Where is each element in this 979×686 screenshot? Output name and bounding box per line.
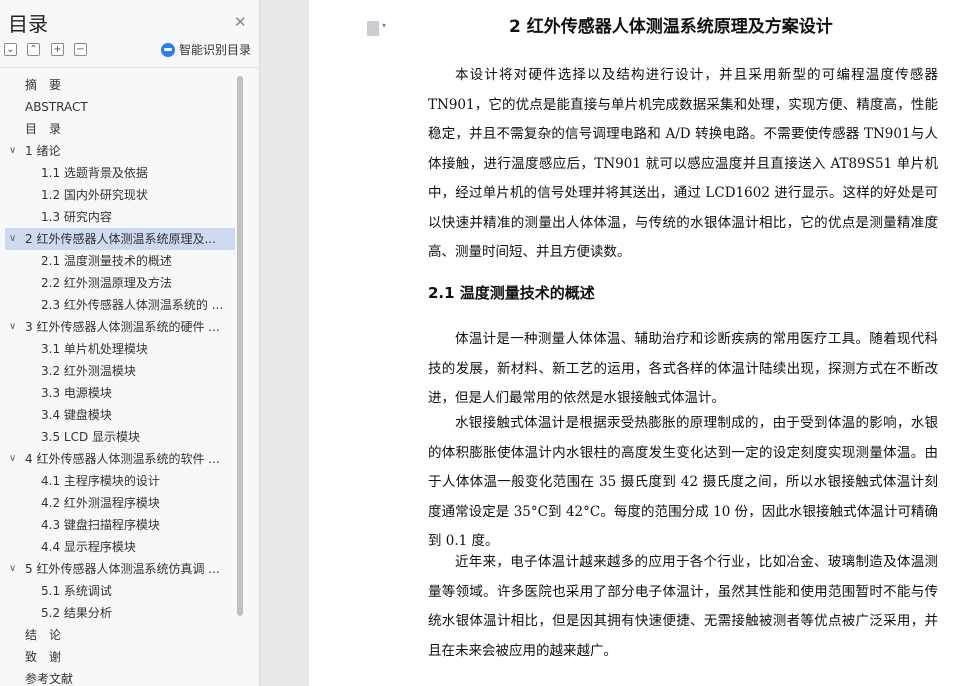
toc-item[interactable]: ∨ 1 绪论 bbox=[5, 140, 235, 162]
toc-sidebar: 目录 ✕ ⌄ ⌃ + − 智能识别目录 摘 要 ABSTRACT 目 录 ∨ 1 绪论 1… bbox=[0, 0, 260, 686]
toc-item[interactable]: 3.2 红外测温模块 bbox=[5, 360, 235, 382]
chapter-title: 2 红外传感器人体测温系统原理及方案设计 bbox=[509, 17, 833, 37]
remove-heading-icon[interactable]: − bbox=[74, 43, 87, 56]
toc-item-label: 2.3 红外传感器人体测温系统的 ... bbox=[41, 298, 224, 312]
toc-item[interactable]: 1.2 国内外研究现状 bbox=[5, 184, 235, 206]
collapse-all-icon[interactable]: ⌃ bbox=[27, 43, 40, 56]
document-page[interactable]: 2 红外传感器人体测温系统原理及方案设计 本设计将对硬件选择以及结构进行设计，并… bbox=[309, 0, 979, 686]
toc-item-label: 3.4 键盘模块 bbox=[41, 408, 112, 422]
toc-item[interactable]: ∨ 2 红外传感器人体测温系统原理及... bbox=[5, 228, 235, 250]
toc-item-label: 5.1 系统调试 bbox=[41, 584, 112, 598]
smart-toc-label: 智能识别目录 bbox=[179, 43, 252, 57]
toc-item-label: 3.1 单片机处理模块 bbox=[41, 342, 148, 356]
toc-item[interactable]: 致 谢 bbox=[5, 646, 235, 668]
toc-item[interactable]: 结 论 bbox=[5, 624, 235, 646]
sidebar-scrollbar[interactable] bbox=[237, 76, 243, 616]
toc-item-label: 4.2 红外测温程序模块 bbox=[41, 496, 160, 510]
toc-item[interactable]: ABSTRACT bbox=[5, 96, 235, 118]
toc-item-label: 摘 要 bbox=[25, 78, 62, 92]
toc-item[interactable]: 1.1 选题背景及依据 bbox=[5, 162, 235, 184]
toc-item[interactable]: 3.4 键盘模块 bbox=[5, 404, 235, 426]
toc-item[interactable]: 3.1 单片机处理模块 bbox=[5, 338, 235, 360]
toc-item-label: 致 谢 bbox=[25, 650, 62, 664]
paragraph: 水银接触式体温计是根据汞受热膨胀的原理制成的，由于受到体温的影响，水银的体积膨胀… bbox=[428, 415, 938, 549]
toc-item-label: 3.2 红外测温模块 bbox=[41, 364, 136, 378]
toc-item-label: 3 红外传感器人体测温系统的硬件 ... bbox=[25, 320, 220, 334]
expand-all-icon[interactable]: ⌄ bbox=[4, 43, 17, 56]
toc-item-label: 4.4 显示程序模块 bbox=[41, 540, 136, 554]
toc-item[interactable]: 摘 要 bbox=[5, 74, 235, 96]
toc-item-label: 3.5 LCD 显示模块 bbox=[41, 430, 141, 444]
toc-item-label: 1 绪论 bbox=[25, 144, 61, 158]
toc-item[interactable]: 4.3 键盘扫描程序模块 bbox=[5, 514, 235, 536]
toc-item-label: 5.2 结果分析 bbox=[41, 606, 112, 620]
toc-item[interactable]: 目 录 bbox=[5, 118, 235, 140]
toc-item-label: 1.2 国内外研究现状 bbox=[41, 188, 148, 202]
document-margin bbox=[261, 0, 309, 686]
smart-toc-button[interactable]: 智能识别目录 bbox=[161, 41, 251, 58]
toc-item[interactable]: ∨ 3 红外传感器人体测温系统的硬件 ... bbox=[5, 316, 235, 338]
toc-item[interactable]: 参考文献 bbox=[5, 668, 235, 686]
toc-item-label: 2.1 温度测量技术的概述 bbox=[41, 254, 172, 268]
chevron-down-icon[interactable]: ∨ bbox=[9, 228, 16, 250]
chevron-down-icon[interactable]: ∨ bbox=[9, 140, 16, 162]
toc-item[interactable]: ∨ 5 红外传感器人体测温系统仿真调 ... bbox=[5, 558, 235, 580]
toc-item-label: 2.2 红外测温原理及方法 bbox=[41, 276, 172, 290]
toc-item-label: 1.1 选题背景及依据 bbox=[41, 166, 148, 180]
sidebar-divider bbox=[0, 67, 259, 68]
toc-item-label: 目 录 bbox=[25, 122, 62, 136]
toc-item-label: ABSTRACT bbox=[25, 100, 88, 114]
chevron-down-icon[interactable]: ∨ bbox=[9, 316, 16, 338]
toc-item-label: 5 红外传感器人体测温系统仿真调 ... bbox=[25, 562, 220, 576]
toc-item[interactable]: 2.1 温度测量技术的概述 bbox=[5, 250, 235, 272]
toc-item-label: 4 红外传感器人体测温系统的软件 ... bbox=[25, 452, 220, 466]
toc-item-label: 2 红外传感器人体测温系统原理及... bbox=[25, 232, 216, 246]
chevron-down-icon[interactable]: ∨ bbox=[9, 558, 16, 580]
close-icon[interactable]: ✕ bbox=[234, 13, 247, 31]
toc-item[interactable]: 4.2 红外测温程序模块 bbox=[5, 492, 235, 514]
ai-icon bbox=[161, 42, 175, 57]
toc-item-label: 3.3 电源模块 bbox=[41, 386, 112, 400]
section-heading: 2.1 温度测量技术的概述 bbox=[428, 284, 595, 302]
toc-item[interactable]: 2.2 红外测温原理及方法 bbox=[5, 272, 235, 294]
toc-item-label: 4.1 主程序模块的设计 bbox=[41, 474, 160, 488]
toc-item[interactable]: 4.4 显示程序模块 bbox=[5, 536, 235, 558]
toc-item[interactable]: 5.1 系统调试 bbox=[5, 580, 235, 602]
paragraph: 体温计是一种测量人体体温、辅助治疗和诊断疾病的常用医疗工具。随着现代科技的发展，… bbox=[428, 331, 938, 406]
page-menu-icon[interactable] bbox=[367, 21, 386, 36]
toc-item[interactable]: 5.2 结果分析 bbox=[5, 602, 235, 624]
sidebar-title: 目录 bbox=[8, 12, 48, 36]
paragraph: 近年来，电子体温计越来越多的应用于各个行业，比如冶金、玻璃制造及体温测量等领域。… bbox=[428, 554, 938, 659]
toc-item-label: 参考文献 bbox=[25, 672, 74, 686]
toc-item[interactable]: 4.1 主程序模块的设计 bbox=[5, 470, 235, 492]
toc-list: 摘 要 ABSTRACT 目 录 ∨ 1 绪论 1.1 选题背景及依据 1.2 国内外研究现… bbox=[0, 74, 238, 686]
chevron-down-icon[interactable]: ∨ bbox=[9, 448, 16, 470]
toc-item[interactable]: ∨ 4 红外传感器人体测温系统的软件 ... bbox=[5, 448, 235, 470]
toc-item-label: 1.3 研究内容 bbox=[41, 210, 112, 224]
paragraph: 本设计将对硬件选择以及结构进行设计，并且采用新型的可编程温度传感器TN901，它… bbox=[428, 67, 938, 260]
toc-item[interactable]: 3.3 电源模块 bbox=[5, 382, 235, 404]
add-heading-icon[interactable]: + bbox=[51, 43, 64, 56]
toc-item[interactable]: 2.3 红外传感器人体测温系统的 ... bbox=[5, 294, 235, 316]
toc-item[interactable]: 3.5 LCD 显示模块 bbox=[5, 426, 235, 448]
toc-item-label: 结 论 bbox=[25, 628, 62, 642]
toc-item-label: 4.3 键盘扫描程序模块 bbox=[41, 518, 160, 532]
toc-item[interactable]: 1.3 研究内容 bbox=[5, 206, 235, 228]
